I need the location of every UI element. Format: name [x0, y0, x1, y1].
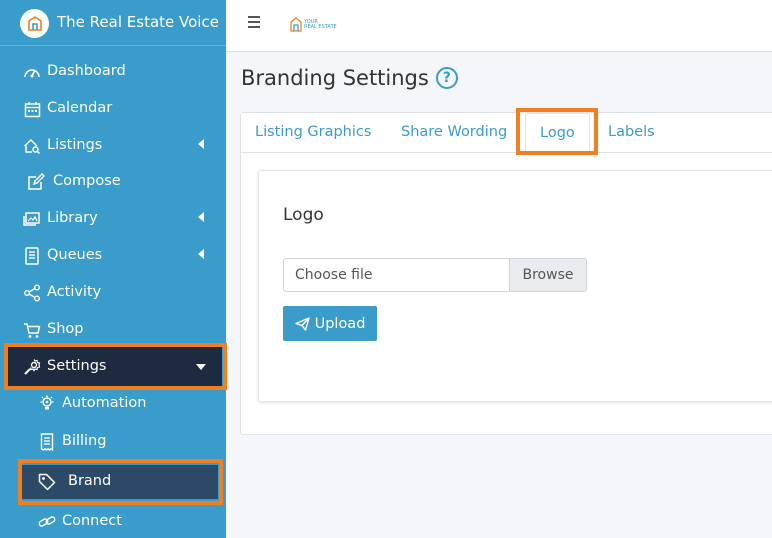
sidebar-item-dashboard[interactable]: Dashboard	[0, 53, 226, 90]
sidebar-item-shop[interactable]: Shop	[0, 311, 226, 348]
sidebar-item-label: Queues	[47, 247, 103, 263]
link-icon	[38, 512, 56, 532]
sidebar-item-label: Calendar	[47, 100, 113, 116]
chevron-left-icon	[198, 139, 204, 149]
upload-button-label: Upload	[314, 315, 366, 332]
queue-icon	[22, 246, 42, 266]
logo-text: REAL ESTATE	[304, 24, 337, 30]
sidebar-item-listings[interactable]: Listings	[0, 127, 226, 164]
sidebar-item-label: Shop	[47, 321, 84, 337]
sidebar-subitem-brand[interactable]: Brand	[22, 465, 218, 499]
sidebar-item-compose[interactable]: Compose	[0, 163, 226, 200]
brand-header[interactable]: The Real Estate Voice	[0, 0, 226, 46]
sidebar-item-calendar[interactable]: Calendar	[0, 90, 226, 127]
chevron-left-icon	[198, 249, 204, 259]
sidebar-subitem-billing[interactable]: Billing	[0, 424, 226, 460]
logo-section-title: Logo	[283, 205, 324, 225]
sidebar-item-label: Activity	[47, 284, 102, 300]
images-icon	[22, 209, 42, 229]
top-logo[interactable]: YOUR REAL ESTATE	[290, 17, 337, 33]
edit-icon	[26, 172, 46, 192]
lightbulb-gear-icon	[38, 394, 56, 414]
tab-logo[interactable]: Logo	[525, 113, 590, 154]
help-icon[interactable]: ?	[435, 67, 458, 89]
sidebar-subitem-automation[interactable]: Automation	[0, 386, 226, 422]
page-title: Branding Settings ?	[241, 66, 458, 90]
sidebar-item-settings[interactable]: Settings	[8, 347, 222, 387]
sidebar-item-label: Brand	[68, 473, 112, 489]
sidebar-item-label: Compose	[53, 173, 121, 189]
sidebar-item-label: Settings	[47, 358, 107, 374]
file-input-placeholder: Choose file	[295, 267, 373, 283]
sidebar-subitem-connect[interactable]: Connect	[0, 504, 226, 538]
brand-logo-icon	[20, 9, 49, 38]
sidebar-item-label: Connect	[62, 513, 122, 529]
calendar-icon	[22, 99, 42, 119]
receipt-icon	[38, 432, 56, 452]
sidebar-item-queues[interactable]: Queues	[0, 237, 226, 274]
paper-plane-icon	[294, 316, 310, 331]
sidebar: The Real Estate Voice Dashboard Calendar…	[0, 0, 226, 538]
tab-labels[interactable]: Labels	[608, 124, 655, 140]
sidebar-item-library[interactable]: Library	[0, 200, 226, 237]
sidebar-item-label: Automation	[62, 395, 147, 411]
logo-file-input[interactable]: Choose file Browse	[283, 258, 587, 292]
tag-icon	[38, 472, 56, 492]
hamburger-menu-icon[interactable]	[248, 16, 264, 32]
chevron-left-icon	[198, 212, 204, 222]
share-icon	[22, 283, 42, 303]
chevron-down-icon	[196, 364, 206, 370]
sidebar-item-label: Library	[47, 210, 98, 226]
settings-icon	[22, 357, 42, 377]
browse-button[interactable]: Browse	[509, 259, 586, 291]
sidebar-item-label: Listings	[47, 137, 103, 153]
app-title: The Real Estate Voice	[57, 13, 219, 31]
page-title-text: Branding Settings	[241, 66, 429, 90]
upload-button[interactable]: Upload	[283, 306, 377, 341]
sidebar-item-label: Billing	[62, 433, 107, 449]
cart-icon	[22, 320, 42, 340]
dashboard-icon	[22, 62, 42, 82]
tab-share-wording[interactable]: Share Wording	[401, 124, 507, 140]
sidebar-item-label: Dashboard	[47, 63, 126, 79]
tab-bar: Listing Graphics Share Wording Logo Labe…	[241, 113, 772, 154]
sidebar-item-activity[interactable]: Activity	[0, 274, 226, 311]
tab-listing-graphics[interactable]: Listing Graphics	[255, 124, 371, 140]
topbar: YOUR REAL ESTATE	[226, 0, 772, 52]
house-search-icon	[22, 136, 42, 156]
